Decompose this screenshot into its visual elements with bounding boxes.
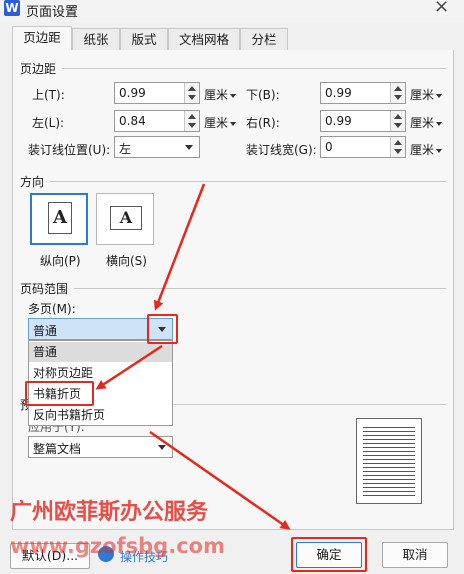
- arrow-to-ok: [149, 430, 291, 530]
- arrow-to-dropdown: [153, 183, 206, 311]
- arrow-to-book-fold: [95, 344, 163, 390]
- annotation-arrows: [95, 183, 291, 530]
- tab-margins[interactable]: 页边距: [12, 26, 72, 50]
